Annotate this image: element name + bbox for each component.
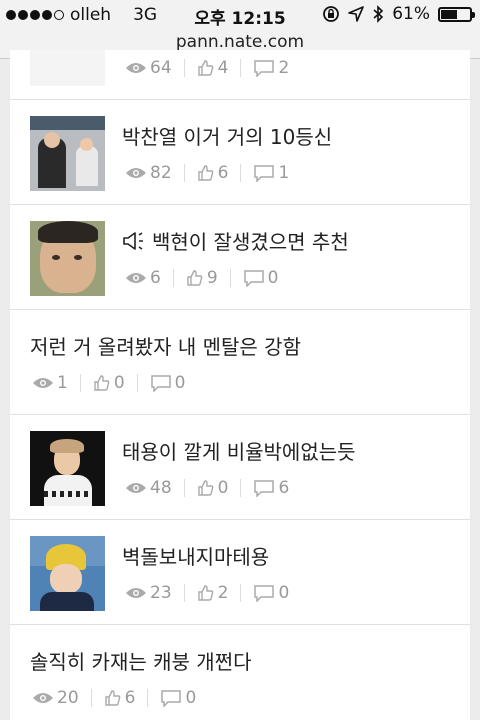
battery-percent: 61% — [392, 4, 430, 24]
speaker-icon — [123, 231, 143, 250]
view-count: 20 — [32, 688, 79, 708]
battery-icon — [438, 6, 475, 22]
eye-icon — [126, 63, 146, 73]
post-stats: 1 0 0 — [32, 373, 185, 393]
post-title[interactable]: 솔직히 카재는 캐붕 개쩐다 — [30, 646, 251, 675]
speech-bubble-icon — [161, 690, 182, 707]
comment-count: 0 — [160, 688, 196, 708]
url-text: pann.nate.com — [175, 32, 305, 52]
comment-count: 2 — [253, 58, 289, 78]
comment-count: 1 — [253, 163, 289, 183]
list-item[interactable]: 저런 거 올려봤자 내 멘탈은 강함 1 0 0 — [10, 311, 470, 415]
post-title[interactable]: 백현이 잘생겼으면 추천 — [122, 226, 349, 255]
thumbs-up-icon — [197, 480, 214, 496]
post-thumbnail — [30, 536, 105, 611]
thumbs-up-icon — [197, 585, 214, 601]
like-count: 9 — [186, 268, 218, 288]
post-stats: 64 4 2 — [125, 58, 289, 78]
thumbs-up-icon — [104, 690, 121, 706]
post-stats: 23 2 0 — [125, 583, 289, 603]
post-stats: 6 9 0 — [125, 268, 278, 288]
comment-count: 0 — [150, 373, 185, 393]
rotation-lock-icon — [323, 6, 340, 22]
post-title[interactable]: 벽돌보내지마테용 — [122, 541, 269, 570]
post-thumbnail — [30, 116, 105, 191]
view-count: 64 — [125, 58, 172, 78]
comment-count: 0 — [253, 583, 289, 603]
post-stats: 48 0 6 — [125, 478, 289, 498]
speech-bubble-icon — [254, 480, 275, 497]
view-count: 6 — [125, 268, 161, 288]
status-bar: olleh 3G 오후 12:15 61% — [0, 0, 480, 30]
like-count: 4 — [197, 58, 228, 78]
post-thumbnail — [30, 50, 105, 86]
like-count: 0 — [93, 373, 125, 393]
eye-icon — [33, 693, 53, 703]
comment-count: 6 — [253, 478, 289, 498]
speech-bubble-icon — [254, 60, 275, 77]
eye-icon — [126, 273, 146, 283]
thumbs-up-icon — [197, 60, 214, 76]
list-item[interactable]: 64 4 2 — [10, 50, 470, 100]
view-count: 48 — [125, 478, 172, 498]
comment-count: 0 — [243, 268, 278, 288]
like-count: 2 — [197, 583, 228, 603]
bluetooth-icon — [373, 5, 384, 23]
view-count: 1 — [32, 373, 68, 393]
post-title[interactable]: 박찬열 이거 거의 10등신 — [122, 121, 332, 150]
eye-icon — [126, 483, 146, 493]
post-thumbnail — [30, 221, 105, 296]
thumbs-up-icon — [94, 375, 110, 391]
view-count: 82 — [125, 163, 172, 183]
post-list: 64 4 2 박찬열 이거 거의 10등신 82 6 1 백현이 잘생겼으면 추… — [10, 50, 470, 720]
speech-bubble-icon — [150, 375, 171, 392]
like-count: 0 — [197, 478, 228, 498]
eye-icon — [126, 168, 146, 178]
view-count: 23 — [125, 583, 172, 603]
list-item[interactable]: 태용이 깔게 비율박에없는듯 48 0 6 — [10, 416, 470, 520]
speech-bubble-icon — [254, 585, 275, 602]
post-title[interactable]: 태용이 깔게 비율박에없는듯 — [122, 436, 356, 465]
like-count: 6 — [104, 688, 135, 708]
post-thumbnail — [30, 431, 105, 506]
thumbs-up-icon — [197, 165, 214, 181]
post-title[interactable]: 저런 거 올려봤자 내 멘탈은 강함 — [30, 331, 301, 360]
list-item[interactable]: 솔직히 카재는 캐붕 개쩐다 20 6 0 — [10, 626, 470, 720]
list-item[interactable]: 백현이 잘생겼으면 추천 6 9 0 — [10, 206, 470, 310]
speech-bubble-icon — [254, 165, 275, 182]
thumbs-up-icon — [187, 270, 203, 286]
like-count: 6 — [197, 163, 228, 183]
list-item[interactable]: 박찬열 이거 거의 10등신 82 6 1 — [10, 101, 470, 205]
speech-bubble-icon — [243, 270, 264, 287]
location-arrow-icon — [348, 6, 365, 22]
post-stats: 20 6 0 — [32, 688, 196, 708]
post-stats: 82 6 1 — [125, 163, 289, 183]
eye-icon — [126, 588, 146, 598]
eye-icon — [33, 378, 53, 388]
status-icons: 61% — [322, 4, 475, 24]
list-item[interactable]: 벽돌보내지마테용 23 2 0 — [10, 521, 470, 625]
